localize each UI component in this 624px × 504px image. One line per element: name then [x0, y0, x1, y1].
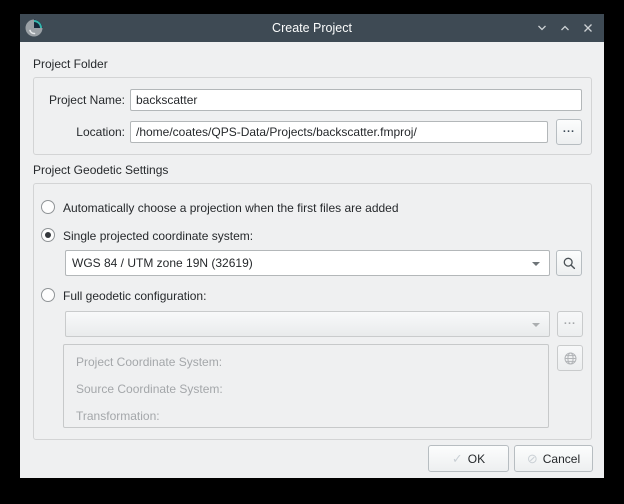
ok-button-label: OK [468, 452, 485, 466]
location-browse-button[interactable]: ... [556, 119, 582, 145]
source-coordinate-system-label: Source Coordinate System: [76, 382, 223, 397]
project-coordinate-system-label: Project Coordinate System: [76, 355, 222, 370]
geodetic-group-label: Project Geodetic Settings [33, 163, 168, 177]
maximize-icon[interactable] [557, 20, 573, 36]
project-name-label: Project Name: [33, 93, 125, 108]
cancel-circle-icon: ⊘ [527, 451, 538, 467]
geodetic-summary-panel: Project Coordinate System: Source Coordi… [63, 344, 549, 428]
project-name-input[interactable] [130, 89, 582, 111]
project-folder-group-label: Project Folder [33, 57, 108, 71]
radio-single-projected-cs-label[interactable]: Single projected coordinate system: [63, 229, 253, 244]
search-icon [562, 256, 577, 271]
chevron-down-icon [532, 323, 540, 327]
projection-combo-value: WGS 84 / UTM zone 19N (32619) [72, 251, 253, 275]
cancel-button[interactable]: ⊘ Cancel [514, 445, 593, 472]
radio-full-geodetic-config-label[interactable]: Full geodetic configuration: [63, 289, 206, 304]
globe-icon [563, 351, 578, 366]
window-title: Create Project [20, 14, 604, 42]
radio-auto-projection-label[interactable]: Automatically choose a projection when t… [63, 201, 399, 216]
radio-full-geodetic-config[interactable] [41, 288, 55, 302]
create-project-dialog: Create Project Project Folder Project Na… [20, 14, 604, 478]
location-input[interactable] [130, 121, 548, 143]
titlebar[interactable]: Create Project [20, 14, 604, 42]
check-icon: ✓ [452, 451, 463, 467]
ellipsis-icon: ... [564, 317, 576, 325]
full-config-browse-button[interactable]: ... [557, 311, 583, 337]
radio-single-projected-cs[interactable] [41, 228, 55, 242]
projection-combo[interactable]: WGS 84 / UTM zone 19N (32619) [65, 250, 550, 276]
transformation-label: Transformation: [76, 409, 160, 424]
cancel-button-label: Cancel [543, 452, 580, 466]
chevron-down-icon [532, 262, 540, 266]
close-icon[interactable] [580, 20, 596, 36]
minimize-icon[interactable] [534, 20, 550, 36]
window-controls [534, 14, 596, 42]
ellipsis-icon: ... [563, 125, 575, 133]
radio-auto-projection[interactable] [41, 200, 55, 214]
ok-button[interactable]: ✓ OK [428, 445, 509, 472]
globe-button[interactable] [557, 345, 583, 371]
projection-search-button[interactable] [556, 250, 582, 276]
full-config-combo[interactable] [65, 311, 550, 337]
location-label: Location: [33, 125, 125, 140]
